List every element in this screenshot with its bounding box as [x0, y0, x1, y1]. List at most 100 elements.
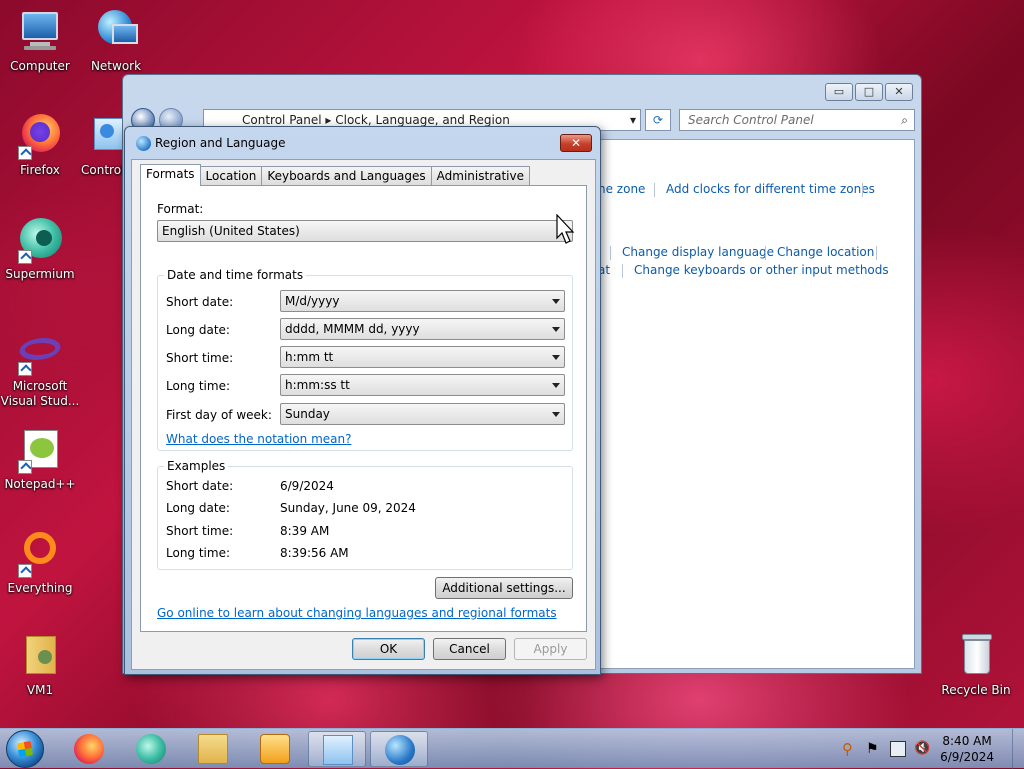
minimize-button[interactable]: ▭ — [825, 83, 853, 101]
search-input[interactable]: Search Control Panel ⌕ — [679, 109, 915, 131]
notepadpp-icon — [16, 426, 64, 474]
taskbar-region-language[interactable] — [370, 731, 428, 767]
chevron-down-icon — [552, 412, 560, 417]
dialog-body: Formats Location Keyboards and Languages… — [131, 159, 596, 670]
first-day-of-week-label: First day of week: — [166, 408, 272, 422]
folder-user-icon — [16, 632, 64, 680]
link-separator — [876, 246, 877, 260]
change-display-language-link[interactable]: Change display language — [622, 245, 774, 259]
chevron-down-icon — [552, 299, 560, 304]
change-keyboards-link[interactable]: Change keyboards or other input methods — [634, 263, 889, 277]
time-zone-link[interactable]: ne zone — [598, 182, 645, 196]
link-separator — [622, 264, 623, 278]
breadcrumb-clock-language-region[interactable]: Clock, Language, and Region — [335, 113, 510, 127]
tab-formats[interactable]: Formats — [140, 164, 201, 186]
maximize-button[interactable]: □ — [855, 83, 883, 101]
taskbar-clock[interactable]: 8:40 AM 6/9/2024 — [940, 733, 994, 765]
short-date-label: Short date: — [166, 295, 234, 309]
chevron-down-icon — [552, 327, 560, 332]
link-separator — [765, 246, 766, 260]
ok-button[interactable]: OK — [352, 638, 425, 660]
taskbar-control-panel[interactable] — [308, 731, 366, 767]
supermium-icon — [136, 734, 166, 764]
desktop-icon-control-panel[interactable]: Control — [78, 112, 128, 178]
taskbar-supermium[interactable] — [122, 731, 180, 767]
refresh-icon[interactable]: ⟳ — [645, 109, 671, 131]
long-time-label: Long time: — [166, 379, 231, 393]
example-short-time-label: Short time: — [166, 524, 234, 538]
clock-time: 8:40 AM — [942, 734, 992, 748]
address-dropdown-icon[interactable]: ▾ — [630, 110, 636, 130]
date-time-formats-group: Date and time formats Short date: M/d/yy… — [157, 268, 573, 451]
breadcrumb-control-panel[interactable]: Control Panel — [242, 113, 322, 127]
example-short-date-value: 6/9/2024 — [280, 479, 334, 493]
volume-muted-icon[interactable]: 🔇 — [914, 741, 930, 757]
tab-administrative[interactable]: Administrative — [430, 166, 531, 186]
format-select[interactable]: English (United States) — [157, 220, 573, 242]
dialog-close-button[interactable]: ✕ — [560, 134, 592, 152]
desktop-icon-label: Notepad++ — [4, 477, 76, 491]
long-date-label: Long date: — [166, 323, 230, 337]
desktop-icon-label: Everything — [7, 581, 73, 595]
tab-location[interactable]: Location — [199, 166, 263, 186]
format-value: English (United States) — [162, 224, 300, 238]
search-icon[interactable]: ⚲ — [842, 741, 858, 757]
desktop-icon-firefox[interactable]: Firefox — [2, 112, 78, 178]
apply-button[interactable]: Apply — [514, 638, 587, 660]
link-separator — [610, 246, 611, 260]
flag-icon[interactable]: ⚑ — [866, 741, 882, 757]
globe-icon — [136, 136, 151, 151]
example-long-date-label: Long date: — [166, 501, 230, 515]
show-desktop-button[interactable] — [1012, 729, 1024, 769]
example-long-time-value: 8:39:56 AM — [280, 546, 349, 560]
notation-help-link[interactable]: What does the notation mean? — [166, 432, 351, 446]
long-time-select[interactable]: h:mm:ss tt — [280, 374, 565, 396]
breadcrumb-separator: ▸ — [325, 113, 336, 127]
desktop-icon-vm1[interactable]: VM1 — [2, 632, 78, 698]
cancel-button[interactable]: Cancel — [433, 638, 506, 660]
additional-settings-button[interactable]: Additional settings... — [435, 577, 573, 599]
window-caption-buttons: ▭ □ ✕ — [825, 83, 913, 101]
desktop-icon-label: Microsoft Visual Stud... — [0, 379, 80, 408]
desktop-icon-recycle-bin[interactable]: Recycle Bin — [936, 632, 1016, 698]
taskbar-media-player[interactable] — [246, 731, 304, 767]
chevron-down-icon — [552, 383, 560, 388]
desktop-icon-label: Computer — [10, 59, 70, 73]
recycle-bin-icon — [952, 632, 1000, 680]
long-date-select[interactable]: dddd, MMMM dd, yyyy — [280, 318, 565, 340]
short-date-select[interactable]: M/d/yyyy — [280, 290, 565, 312]
long-date-value: dddd, MMMM dd, yyyy — [285, 322, 420, 336]
tab-keyboards-and-languages[interactable]: Keyboards and Languages — [261, 166, 432, 186]
group-caption: Date and time formats — [164, 268, 307, 282]
formats-panel: Format: English (United States) Date and… — [140, 185, 587, 632]
first-day-of-week-value: Sunday — [285, 407, 330, 421]
change-location-link[interactable]: Change location — [777, 245, 874, 259]
desktop-icon-notepadpp[interactable]: Notepad++ — [2, 426, 78, 492]
example-short-time-value: 8:39 AM — [280, 524, 330, 538]
format-label: Format: — [157, 202, 204, 216]
first-day-of-week-select[interactable]: Sunday — [280, 403, 565, 425]
everything-icon — [16, 530, 64, 578]
desktop-icon-network[interactable]: Network — [78, 8, 154, 74]
visual-studio-icon — [15, 328, 65, 376]
short-time-select[interactable]: h:mm tt — [280, 346, 565, 368]
desktop-icon-everything[interactable]: Everything — [2, 530, 78, 596]
network-icon[interactable] — [890, 741, 906, 757]
globe-icon — [385, 735, 415, 765]
desktop-icon-visual-studio[interactable]: Microsoft Visual Stud... — [0, 328, 80, 409]
desktop-icon-supermium[interactable]: Supermium — [2, 216, 78, 282]
taskbar-explorer[interactable] — [184, 731, 242, 767]
start-button[interactable] — [6, 730, 44, 768]
desktop-icon-computer[interactable]: Computer — [2, 8, 78, 74]
control-panel-icon — [323, 735, 353, 765]
close-button[interactable]: ✕ — [885, 83, 913, 101]
clock-date: 6/9/2024 — [940, 750, 994, 764]
region-and-language-dialog[interactable]: Region and Language ✕ Formats Location K… — [124, 126, 601, 675]
online-help-link[interactable]: Go online to learn about changing langua… — [157, 606, 557, 620]
mouse-cursor-icon — [556, 214, 575, 244]
computer-icon — [16, 8, 64, 56]
taskbar-firefox[interactable] — [60, 731, 118, 767]
short-time-label: Short time: — [166, 351, 234, 365]
add-clocks-link[interactable]: Add clocks for different time zones — [666, 182, 875, 196]
short-time-value: h:mm tt — [285, 350, 334, 364]
